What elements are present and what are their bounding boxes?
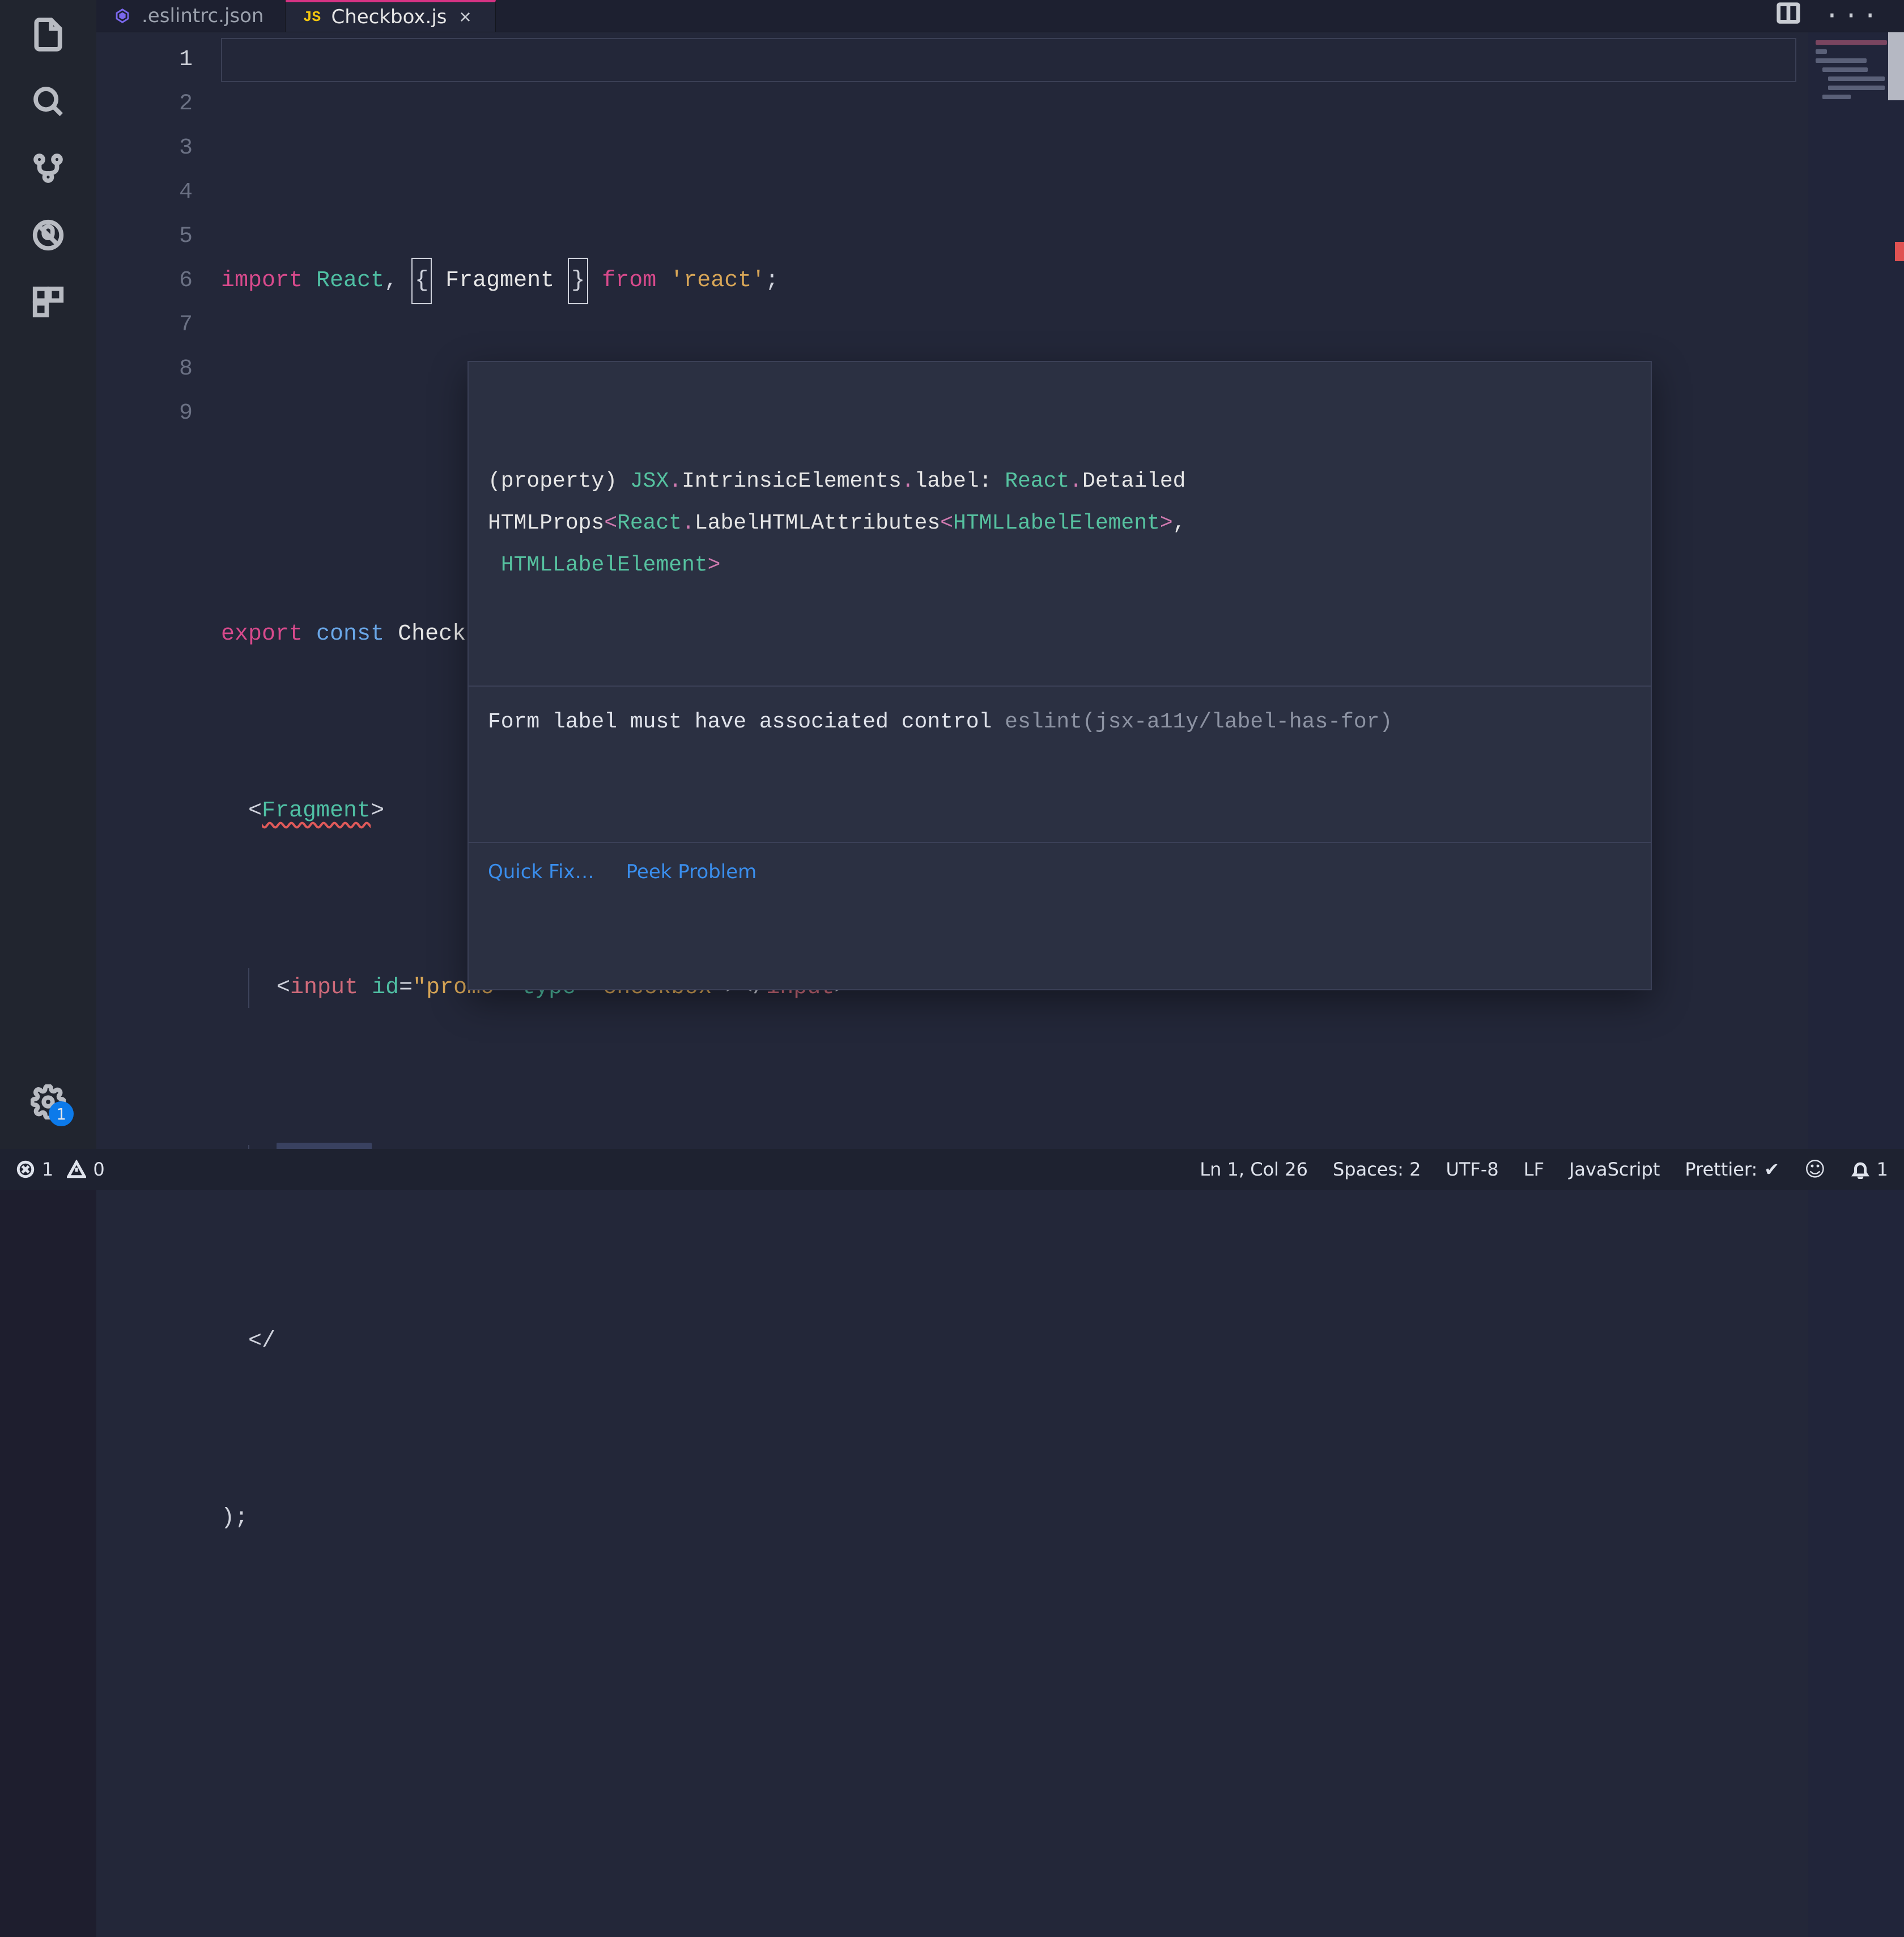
- settings-icon[interactable]: 1: [28, 1082, 68, 1122]
- status-indent[interactable]: Spaces: 2: [1333, 1159, 1421, 1180]
- peek-problem-link[interactable]: Peek Problem: [626, 853, 757, 891]
- source-control-icon[interactable]: [28, 148, 68, 188]
- code-line: );: [221, 1496, 1904, 1540]
- js-file-icon: JS: [303, 8, 321, 26]
- quick-fix-link[interactable]: Quick Fix…: [488, 853, 594, 891]
- hover-actions: Quick Fix… Peek Problem: [469, 842, 1651, 905]
- warnings-count: 0: [93, 1159, 104, 1180]
- tab-actions: ···: [1775, 0, 1904, 32]
- hover-type-info: (property) JSX.IntrinsicElements.label: …: [469, 446, 1651, 601]
- line-gutter: 1 2 3 4 5 6 7 8 9: [96, 32, 221, 1937]
- tab-bar: .eslintrc.json JS Checkbox.js × ···: [96, 0, 1904, 32]
- notifications-count: 1: [1877, 1159, 1888, 1180]
- hover-tooltip: (property) JSX.IntrinsicElements.label: …: [468, 361, 1652, 990]
- status-prettier[interactable]: Prettier: ✔: [1685, 1159, 1779, 1180]
- activity-bar: 1: [0, 0, 96, 1190]
- split-editor-icon[interactable]: [1775, 0, 1801, 32]
- more-icon[interactable]: ···: [1824, 1, 1881, 31]
- minimap[interactable]: [1808, 32, 1904, 1937]
- minimap-error-marker[interactable]: [1895, 242, 1904, 261]
- errors-count: 1: [42, 1159, 53, 1180]
- code-editor[interactable]: 1 2 3 4 5 6 7 8 9 import React, { Fragme…: [96, 32, 1904, 1937]
- close-icon[interactable]: ×: [457, 7, 474, 27]
- status-language[interactable]: JavaScript: [1569, 1159, 1660, 1180]
- hover-diagnostic: Form label must have associated control …: [469, 686, 1651, 758]
- main-area: .eslintrc.json JS Checkbox.js × ··· 1 2 …: [96, 0, 1904, 1190]
- smiley-icon: ☺: [1804, 1158, 1826, 1181]
- current-line-highlight: [221, 38, 1796, 82]
- vscode-window: 1 .eslintrc.json JS Checkbox.js × ···: [0, 0, 1904, 1190]
- search-icon[interactable]: [28, 82, 68, 121]
- status-eol[interactable]: LF: [1524, 1159, 1544, 1180]
- code-line: [221, 1673, 1904, 1717]
- extensions-icon[interactable]: [28, 282, 68, 322]
- code-line: import React, { Fragment } from 'react';: [221, 259, 1904, 303]
- tab-label: Checkbox.js: [331, 6, 447, 28]
- eslint-file-icon: [113, 7, 131, 25]
- status-notifications[interactable]: 1: [1851, 1159, 1888, 1180]
- minimap-scroll-thumb[interactable]: [1888, 32, 1904, 100]
- status-feedback[interactable]: ☺: [1804, 1158, 1826, 1181]
- code-line: </: [221, 1319, 1904, 1364]
- tab-eslintrc[interactable]: .eslintrc.json: [96, 0, 286, 32]
- code-content[interactable]: import React, { Fragment } from 'react';…: [221, 32, 1904, 1937]
- settings-badge: 1: [49, 1101, 74, 1126]
- tab-checkbox[interactable]: JS Checkbox.js ×: [286, 0, 495, 32]
- tab-label: .eslintrc.json: [142, 5, 264, 27]
- status-bar: 1 0 Ln 1, Col 26 Spaces: 2 UTF-8 LF Java…: [0, 1149, 1904, 1190]
- status-problems[interactable]: 1 0: [16, 1159, 105, 1180]
- check-icon: ✔: [1764, 1159, 1779, 1180]
- explorer-icon[interactable]: [28, 15, 68, 54]
- status-cursor[interactable]: Ln 1, Col 26: [1200, 1159, 1308, 1180]
- debug-disabled-icon[interactable]: [28, 215, 68, 255]
- status-encoding[interactable]: UTF-8: [1446, 1159, 1498, 1180]
